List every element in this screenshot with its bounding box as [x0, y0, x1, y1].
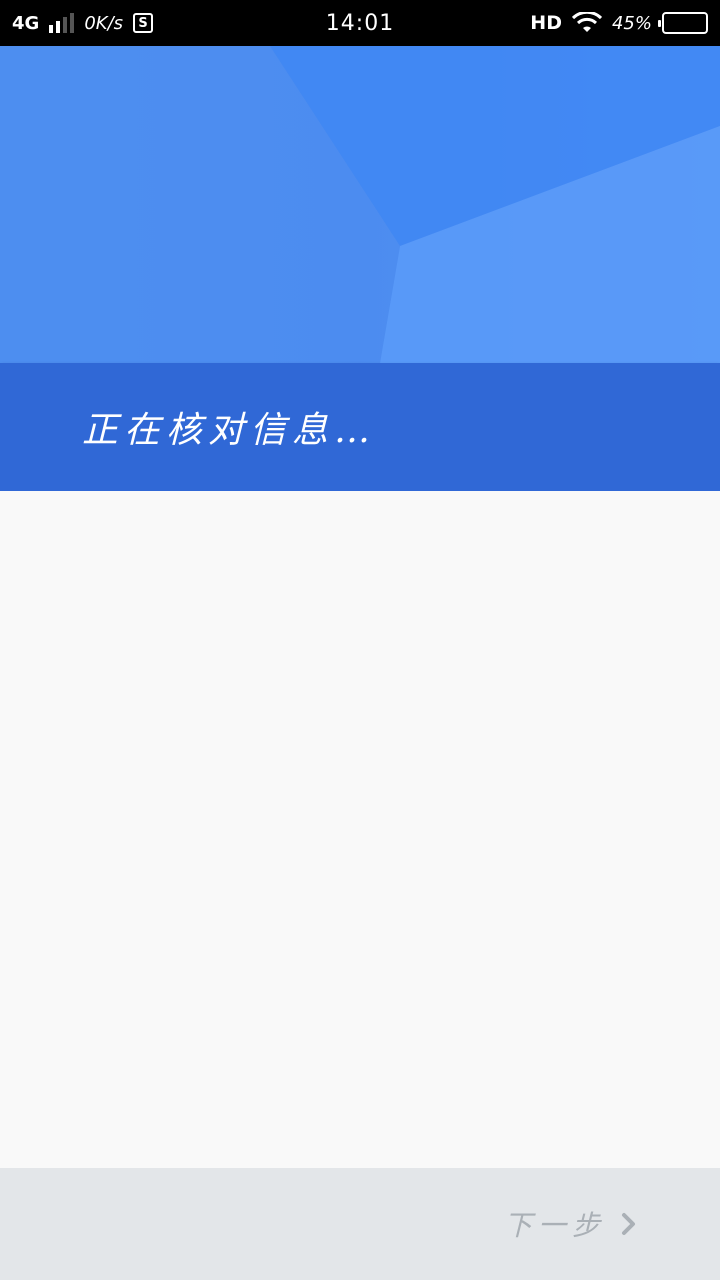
screen: 4G 0K/s S 14:01 HD 45% 正在核对信息… 下一步 — [0, 0, 720, 1280]
battery-percent: 45% — [611, 12, 652, 34]
bottom-bar: 下一步 — [0, 1168, 720, 1280]
hd-indicator: HD — [530, 12, 562, 34]
verification-status-text: 正在核对信息… — [82, 410, 377, 451]
status-bar: 4G 0K/s S 14:01 HD 45% — [0, 0, 720, 46]
s-badge-icon: S — [133, 13, 154, 33]
wifi-icon — [571, 12, 602, 32]
network-speed: 0K/s — [84, 12, 124, 34]
network-type: 4G — [12, 12, 40, 34]
header-background — [0, 46, 720, 363]
battery-icon — [658, 12, 708, 34]
main-content — [0, 491, 720, 1168]
next-step-label: 下一步 — [503, 1209, 606, 1242]
status-banner: 正在核对信息… — [0, 363, 720, 491]
status-left: 4G 0K/s S — [12, 12, 154, 34]
status-right: HD 45% — [530, 12, 708, 34]
chevron-right-icon — [622, 1213, 635, 1235]
header-decoration — [0, 46, 720, 363]
signal-icon — [49, 13, 75, 33]
next-step-button[interactable]: 下一步 — [504, 1204, 638, 1244]
